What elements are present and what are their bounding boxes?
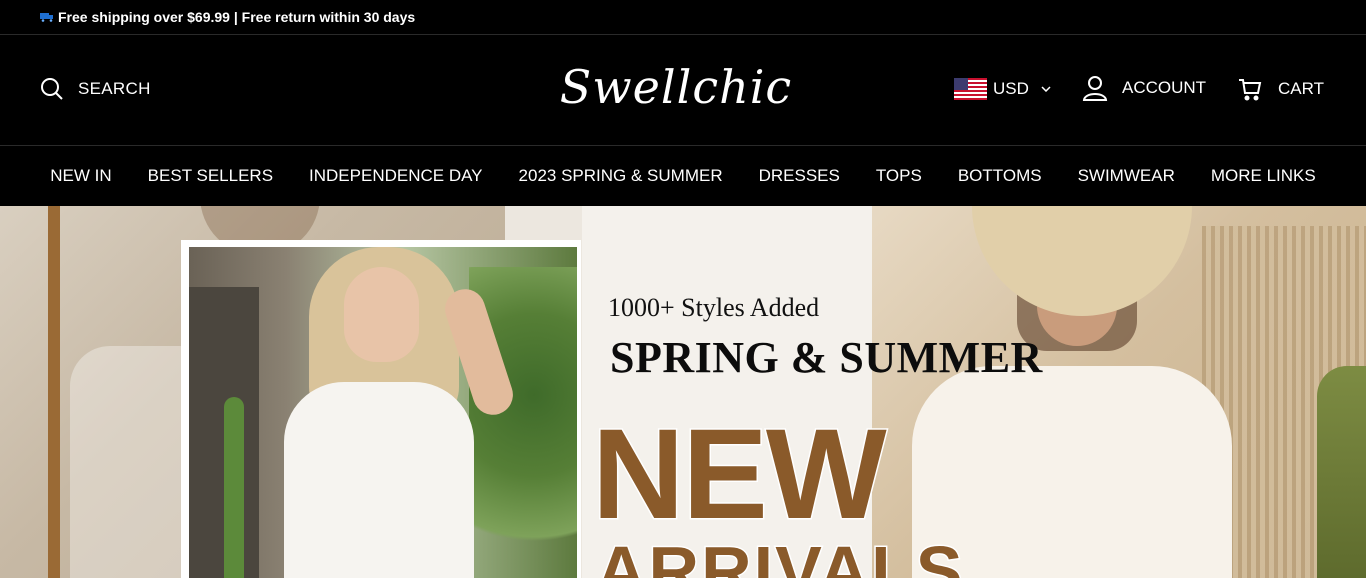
hero-subtitle: 1000+ Styles Added [608, 293, 820, 322]
brand-logo[interactable]: Swellchic [560, 57, 792, 117]
main-navigation: NEW IN BEST SELLERS INDEPENDENCE DAY 202… [0, 146, 1366, 206]
site-header: SEARCH Swellchic USD ACCOUNT CART [0, 35, 1366, 146]
hero-right-hat [972, 206, 1192, 316]
us-flag-icon [954, 78, 987, 100]
photo-dress [284, 382, 474, 578]
search-button[interactable]: SEARCH [40, 77, 151, 101]
nav-item-swimwear[interactable]: SWIMWEAR [1078, 166, 1175, 186]
currency-label: USD [993, 79, 1029, 98]
cart-icon [1239, 79, 1262, 101]
cart-label: CART [1278, 79, 1324, 98]
hero-headline: NEW [591, 403, 889, 546]
nav-item-bottoms[interactable]: BOTTOMS [958, 166, 1042, 186]
search-label: SEARCH [78, 79, 151, 98]
chevron-down-icon [1041, 86, 1051, 92]
truck-icon [40, 13, 53, 22]
nav-item-spring-summer[interactable]: 2023 SPRING & SUMMER [519, 166, 723, 186]
announcement-text: Free shipping over $69.99 | Free return … [58, 9, 416, 25]
photo-cactus [224, 397, 244, 578]
nav-item-best-sellers[interactable]: BEST SELLERS [148, 166, 273, 186]
cart-link[interactable]: CART [1238, 77, 1324, 101]
account-label: ACCOUNT [1122, 78, 1207, 97]
hero-title: SPRING & SUMMER [610, 333, 1043, 382]
account-link[interactable]: ACCOUNT [1082, 75, 1206, 101]
nav-item-new-in[interactable]: NEW IN [50, 166, 111, 186]
photo-face [344, 267, 419, 362]
hero-headline-2: ARRIVALS [595, 532, 965, 578]
nav-item-tops[interactable]: TOPS [876, 166, 922, 186]
nav-item-dresses[interactable]: DRESSES [759, 166, 840, 186]
hero-right-plant [1317, 366, 1366, 578]
nav-item-independence-day[interactable]: INDEPENDENCE DAY [309, 166, 483, 186]
hero-banner[interactable]: 1000+ Styles Added SPRING & SUMMER NEW A… [0, 206, 1366, 578]
announcement-bar: Free shipping over $69.99 | Free return … [0, 0, 1366, 35]
search-icon [41, 78, 63, 100]
model-photo [189, 247, 577, 578]
hero-accent-bar [48, 206, 60, 578]
nav-item-more-links[interactable]: MORE LINKS [1211, 166, 1316, 186]
user-icon [1082, 76, 1108, 101]
hero-right-photo [872, 206, 1366, 578]
currency-selector[interactable]: USD [954, 78, 1051, 100]
